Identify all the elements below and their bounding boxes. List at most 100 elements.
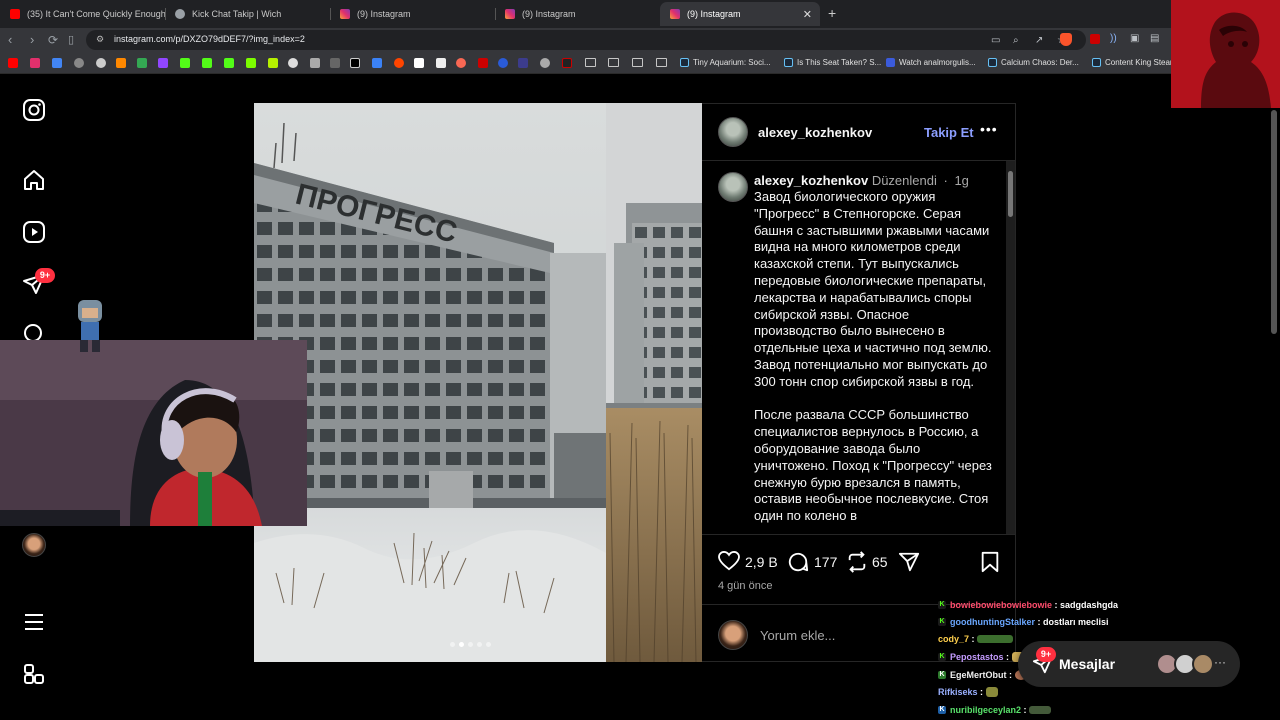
comment-input[interactable]: Yorum ekle... — [760, 628, 835, 643]
brave-shield-icon[interactable] — [1060, 33, 1072, 46]
extension-icon[interactable]: ▣ — [1130, 33, 1139, 44]
post-timestamp[interactable]: 4 gün önce — [718, 580, 772, 592]
home-icon[interactable] — [22, 168, 46, 192]
instagram-bookmark-icon[interactable] — [30, 58, 40, 68]
reels-icon[interactable] — [22, 220, 46, 244]
save-bookmark-icon[interactable] — [980, 551, 1000, 573]
cast-icon[interactable]: ▭ — [991, 35, 1000, 46]
bookmark-link[interactable]: Content King Stear — [1092, 58, 1173, 67]
overlay-portrait — [1171, 0, 1280, 108]
site-info-icon[interactable]: ⚙ — [96, 34, 104, 45]
kick-bookmark-icon[interactable] — [180, 58, 190, 68]
tab-instagram-2[interactable]: (9) Instagram — [495, 2, 660, 26]
page-scrollbar-thumb[interactable] — [1271, 110, 1277, 334]
x-bookmark-icon[interactable] — [350, 58, 360, 68]
comment-count[interactable]: 177 — [814, 554, 837, 570]
author-username[interactable]: alexey_kozhenkov — [758, 125, 872, 140]
bookmark-icon[interactable] — [74, 58, 84, 68]
instagram-icon — [670, 9, 680, 19]
emote-icon — [1029, 706, 1052, 714]
bookmark-link[interactable]: Watch analmorgulis... — [886, 58, 976, 67]
kick-bookmark-icon[interactable] — [202, 58, 212, 68]
bookmark-icon[interactable] — [478, 58, 488, 68]
bookmark-icon[interactable] — [96, 58, 106, 68]
instagram-logo-icon[interactable] — [22, 98, 46, 122]
bookmark-icon[interactable] — [414, 58, 424, 68]
bookmark-label: Content King Stear — [1105, 58, 1173, 67]
carousel-dots — [450, 642, 491, 647]
share-icon[interactable]: ↗ — [1035, 35, 1043, 46]
audio-extension-icon[interactable]: )) — [1110, 33, 1117, 44]
bookmark-icon[interactable] — [498, 58, 508, 68]
divider — [702, 534, 1016, 535]
twitch-bookmark-icon[interactable] — [158, 58, 168, 68]
share-icon[interactable] — [898, 551, 920, 573]
current-user-avatar — [718, 620, 748, 650]
bookmark-link[interactable]: Tiny Aquarium: Soci... — [680, 58, 771, 67]
drive-bookmark-icon[interactable] — [137, 58, 147, 68]
bookmark-icon[interactable] — [268, 58, 278, 68]
bookmark-icon[interactable] — [310, 58, 320, 68]
bookmark-icon[interactable] — [540, 58, 550, 68]
caption-scrollbar[interactable] — [1006, 161, 1015, 534]
instagram-icon — [505, 9, 515, 19]
extension-icon[interactable] — [1090, 34, 1100, 44]
bookmark-icon[interactable] — [436, 58, 446, 68]
folder-icon[interactable] — [656, 58, 667, 67]
folder-icon[interactable] — [632, 58, 643, 67]
menu-icon[interactable] — [22, 610, 46, 634]
zoom-icon[interactable]: ⌕ — [1013, 35, 1019, 46]
tab-kick-chat[interactable]: Kick Chat Takip | Wich — [165, 2, 330, 26]
browser-toolbar: ‹ › ⟳ ▯ ⚙ instagram.com/p/DXZO79dDEF7/?i… — [0, 28, 1280, 52]
like-heart-icon[interactable] — [718, 551, 740, 571]
caption-author-avatar[interactable] — [718, 172, 748, 202]
follow-button[interactable]: Takip Et — [924, 125, 974, 140]
tab-youtube[interactable]: (35) It Can't Come Quickly Enough - — [0, 2, 165, 26]
forward-icon[interactable]: › — [30, 32, 34, 47]
tab-title: (9) Instagram — [687, 9, 741, 19]
profile-avatar[interactable] — [22, 533, 46, 557]
repost-count[interactable]: 65 — [872, 554, 888, 570]
messages-button[interactable]: 9+ Mesajlar ··· — [1018, 641, 1240, 687]
bookmark-icon[interactable] — [288, 58, 298, 68]
bookmark-icon[interactable] — [372, 58, 382, 68]
repost-icon[interactable] — [846, 551, 868, 573]
reddit-bookmark-icon[interactable] — [394, 58, 404, 68]
reload-icon[interactable]: ⟳ — [48, 33, 58, 47]
folder-icon[interactable] — [608, 58, 619, 67]
bookmark-link[interactable]: Is This Seat Taken? S... — [784, 58, 881, 67]
bookmark-icon[interactable] — [52, 58, 62, 68]
close-tab-icon[interactable]: ✕ — [803, 8, 812, 21]
back-icon[interactable]: ‹ — [8, 32, 12, 47]
scrollbar-thumb[interactable] — [1008, 171, 1013, 217]
apps-icon[interactable] — [22, 662, 46, 686]
bookmark-icon[interactable]: ▯ — [68, 33, 74, 46]
author-avatar[interactable] — [718, 117, 748, 147]
kick-bookmark-icon[interactable] — [224, 58, 234, 68]
caption-username[interactable]: alexey_kozhenkov — [754, 173, 868, 188]
tab-instagram-1[interactable]: (9) Instagram — [330, 2, 495, 26]
youtube-bookmark-icon[interactable] — [8, 58, 18, 68]
new-tab-icon[interactable]: + — [828, 5, 836, 21]
bookmark-link[interactable]: Calcium Chaos: Der... — [988, 58, 1079, 67]
post-media[interactable]: ПРОГРЕСС — [254, 103, 702, 662]
post-details-panel: alexey_kozhenkov Takip Et ••• alexey_koz… — [702, 103, 1016, 662]
bookmark-icon[interactable] — [518, 58, 528, 68]
address-bar[interactable]: ⚙ instagram.com/p/DXZO79dDEF7/?img_index… — [86, 30, 1086, 50]
more-options-icon[interactable]: ••• — [980, 121, 998, 137]
youtube-icon — [10, 9, 20, 19]
caption-paragraph: После развала СССР большинство специалис… — [754, 407, 992, 524]
like-count[interactable]: 2,9 B — [745, 554, 778, 570]
folder-icon[interactable] — [585, 58, 596, 67]
bookmark-icon[interactable] — [116, 58, 126, 68]
bookmark-icon[interactable] — [330, 58, 340, 68]
comment-icon[interactable] — [787, 551, 809, 573]
bookmark-icon[interactable] — [456, 58, 466, 68]
kick-badge-icon: K — [938, 706, 946, 714]
bookmark-icon[interactable] — [246, 58, 256, 68]
tab-instagram-active[interactable]: (9) Instagram ✕ — [660, 2, 820, 26]
extension-icon[interactable]: ▤ — [1150, 33, 1159, 44]
caption-text: Завод биологического оружия "Прогресс" в… — [754, 189, 994, 534]
caption-scroll-area[interactable]: alexey_kozhenkov Düzenlendi · 1g Завод б… — [702, 161, 1016, 534]
bookmark-icon[interactable] — [562, 58, 572, 68]
